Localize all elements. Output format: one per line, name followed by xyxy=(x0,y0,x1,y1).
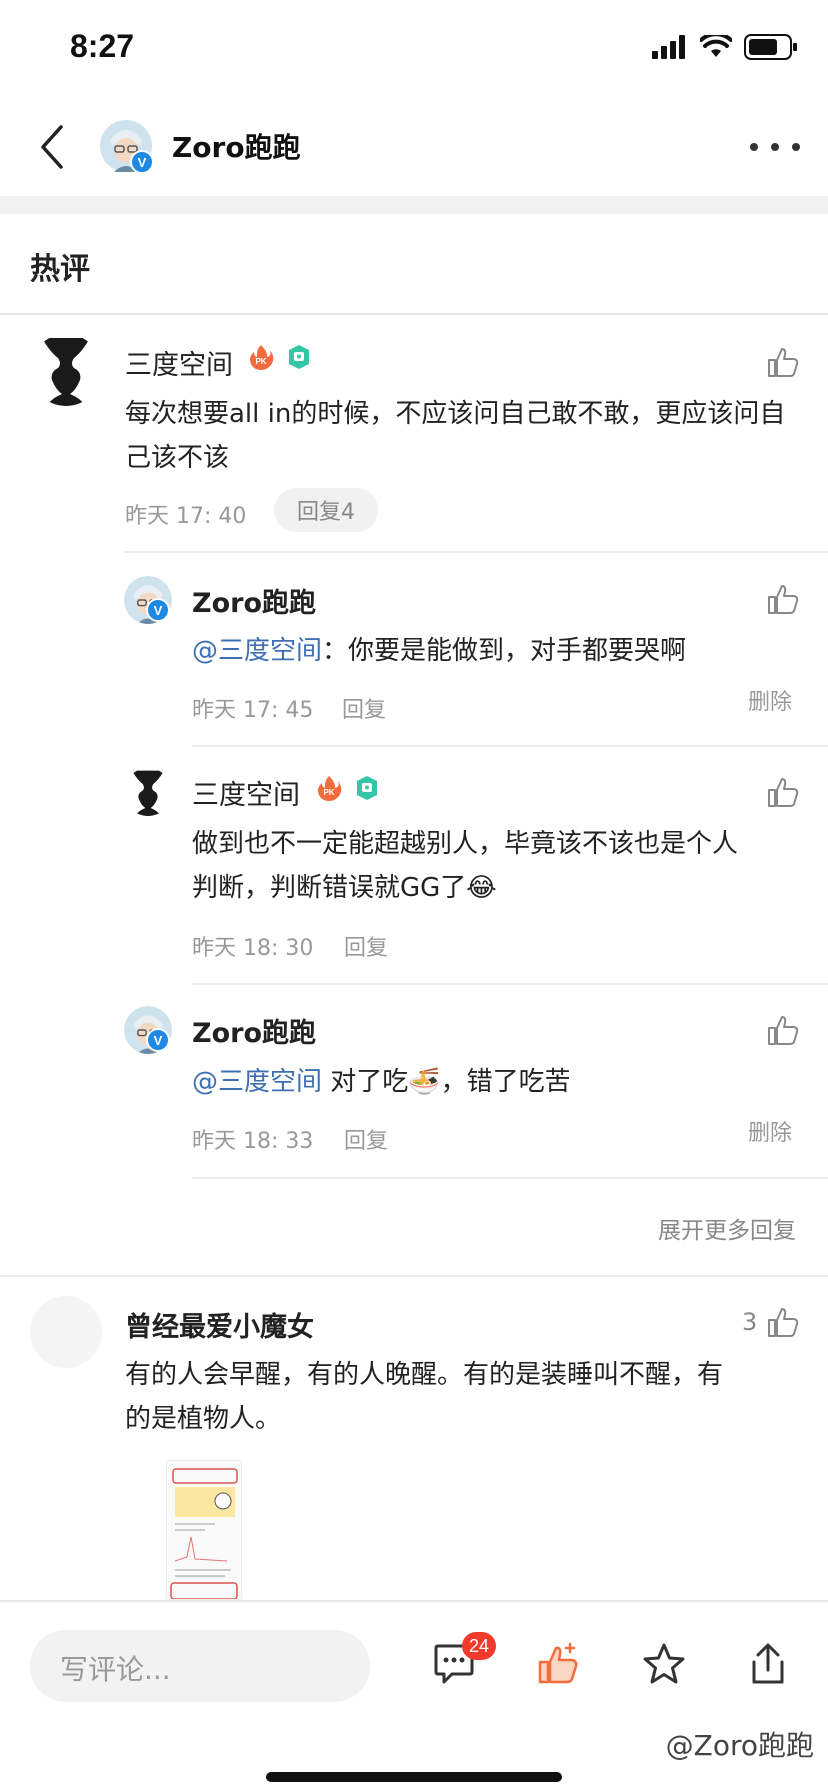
svg-text:PK: PK xyxy=(255,357,266,366)
section-separator xyxy=(0,196,828,214)
divider xyxy=(0,1275,828,1277)
noodle-emoji: 🍜 xyxy=(408,1067,441,1097)
verified-icon: V xyxy=(146,598,170,622)
reply-text: 做到也不一定能超越别人，毕竟该不该也是个人 判断，判断错误就GG了😂 xyxy=(192,822,812,910)
avatar[interactable] xyxy=(30,1296,102,1368)
wifi-icon xyxy=(700,35,732,57)
avatar[interactable] xyxy=(30,334,102,406)
mention-link[interactable]: @三度空间 xyxy=(192,636,322,666)
comment-text-line: 的是植物人。 xyxy=(125,1404,282,1434)
bottom-action-bar: 写评论... 24 @Zoro跑跑 xyxy=(0,1600,828,1792)
verified-icon: V xyxy=(146,1028,170,1052)
status-bar: 8:27 xyxy=(0,0,828,100)
status-time: 8:27 xyxy=(70,28,135,64)
comment-count-badge: 24 xyxy=(462,1632,496,1660)
reply-username[interactable]: 三度空间 xyxy=(192,773,300,812)
star-icon[interactable] xyxy=(642,1642,686,1686)
comment-text: 每次想要all in的时候，不应该问自己敢不敢，更应该问自己该不该 xyxy=(125,399,786,473)
comment-input-placeholder: 写评论... xyxy=(60,1653,171,1686)
reply-text: @三度空间 对了吃🍜，错了吃苦 xyxy=(192,1060,802,1104)
reply-text-body: 对了吃 xyxy=(322,1067,409,1097)
divider xyxy=(124,551,828,553)
thumbs-up-icon[interactable] xyxy=(766,775,800,809)
back-icon xyxy=(41,125,63,169)
comment-text-line: 有的人会早醒，有的人晚醒。有的是装睡叫不醒，有 xyxy=(125,1360,724,1390)
reply-text-body: ，错了吃苦 xyxy=(440,1067,571,1097)
share-icon[interactable] xyxy=(746,1642,790,1686)
like-icon[interactable] xyxy=(536,1642,580,1686)
reply-button[interactable]: 回复 xyxy=(344,1123,388,1155)
reply-text-line: 判断，判断错误就GG了 xyxy=(192,873,467,903)
page-title: Zoro跑跑 xyxy=(172,131,301,164)
status-icons xyxy=(652,34,798,60)
comment-time: 昨天 17: 40 xyxy=(125,504,247,529)
divider xyxy=(0,313,828,315)
watermark: @Zoro跑跑 xyxy=(665,1729,814,1762)
svg-text:PK: PK xyxy=(323,788,334,797)
delete-button[interactable]: 删除 xyxy=(748,684,792,716)
thumbs-up-icon[interactable] xyxy=(766,1305,800,1339)
verified-icon: V xyxy=(130,150,154,174)
signal-icon xyxy=(652,35,685,59)
comment-username[interactable]: 曾经最爱小魔女 xyxy=(125,1305,314,1344)
reply-text-line: 做到也不一定能超越别人，毕竟该不该也是个人 xyxy=(192,829,739,859)
reply-text: @三度空间：你要是能做到，对手都要哭啊 xyxy=(192,629,802,673)
reply-button[interactable]: 回复 xyxy=(342,692,386,724)
reply-time: 昨天 18: 33 xyxy=(192,1129,314,1154)
reply-count-button[interactable]: 回复4 xyxy=(274,488,378,532)
delete-button[interactable]: 删除 xyxy=(748,1115,792,1147)
divider xyxy=(192,1177,828,1179)
vip-badge-icon xyxy=(289,345,309,369)
laughing-emoji: 😂 xyxy=(466,873,497,903)
comment-username[interactable]: 三度空间 xyxy=(125,343,233,382)
more-icon xyxy=(750,143,758,151)
back-button[interactable] xyxy=(28,122,76,172)
section-title: 热评 xyxy=(30,252,90,287)
avatar[interactable] xyxy=(124,768,172,816)
pk-fire-icon: PK xyxy=(250,345,274,370)
reply-button[interactable]: 回复 xyxy=(344,930,388,962)
divider xyxy=(192,983,828,985)
mention-link[interactable]: @三度空间 xyxy=(192,1067,322,1097)
reply-time: 昨天 18: 30 xyxy=(192,936,314,961)
divider xyxy=(192,745,828,747)
more-button[interactable] xyxy=(750,132,800,162)
pk-fire-icon: PK xyxy=(318,776,342,801)
expand-more-replies[interactable]: 展开更多回复 xyxy=(658,1211,796,1245)
home-indicator xyxy=(266,1772,562,1782)
reply-time: 昨天 17: 45 xyxy=(192,698,314,723)
nav-header: V Zoro跑跑 xyxy=(0,100,828,196)
thumbs-up-icon[interactable] xyxy=(766,582,800,616)
header-avatar[interactable]: V xyxy=(100,120,154,174)
thumbs-up-icon[interactable] xyxy=(766,345,800,379)
battery-icon xyxy=(744,34,797,60)
comment-input[interactable]: 写评论... xyxy=(30,1630,370,1702)
like-count: 3 xyxy=(742,1308,758,1336)
reply-text-body: ：你要是能做到，对手都要哭啊 xyxy=(322,636,687,666)
comment-text: 有的人会早醒，有的人晚醒。有的是装睡叫不醒，有 的是植物人。 xyxy=(125,1353,805,1441)
reply-username[interactable]: Zoro跑跑 xyxy=(192,581,316,620)
vip-badge-icon xyxy=(357,776,377,800)
thumbs-up-icon[interactable] xyxy=(766,1013,800,1047)
comment-image[interactable] xyxy=(166,1460,242,1600)
reply-username[interactable]: Zoro跑跑 xyxy=(192,1011,316,1050)
